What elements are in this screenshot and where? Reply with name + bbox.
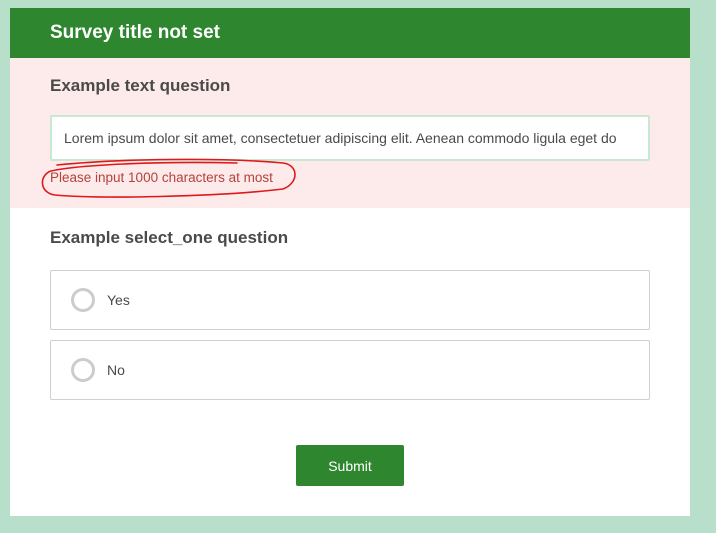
select-question-label: Example select_one question bbox=[50, 228, 289, 247]
choice-no[interactable]: No bbox=[50, 340, 650, 400]
choice-yes[interactable]: Yes bbox=[50, 270, 650, 330]
survey-header: Survey title not set bbox=[10, 8, 690, 58]
error-wrap: Please input 1000 characters at most bbox=[41, 158, 296, 198]
choice-label-no: No bbox=[107, 362, 125, 378]
select-question-section: Example select_one question Yes No bbox=[10, 208, 690, 400]
text-question-label: Example text question bbox=[50, 76, 231, 95]
radio-button-no[interactable] bbox=[71, 358, 95, 382]
text-question-section: Example text question Please input 1000 … bbox=[10, 58, 690, 208]
radio-button-yes[interactable] bbox=[71, 288, 95, 312]
text-question-input[interactable] bbox=[50, 115, 650, 161]
error-message: Please input 1000 characters at most bbox=[50, 170, 273, 185]
submit-button[interactable]: Submit bbox=[296, 445, 404, 486]
submit-row: Submit bbox=[10, 445, 690, 486]
choice-list: Yes No bbox=[50, 270, 650, 400]
survey-title: Survey title not set bbox=[50, 22, 220, 43]
survey-card: Survey title not set Example text questi… bbox=[10, 8, 690, 516]
choice-label-yes: Yes bbox=[107, 292, 130, 308]
